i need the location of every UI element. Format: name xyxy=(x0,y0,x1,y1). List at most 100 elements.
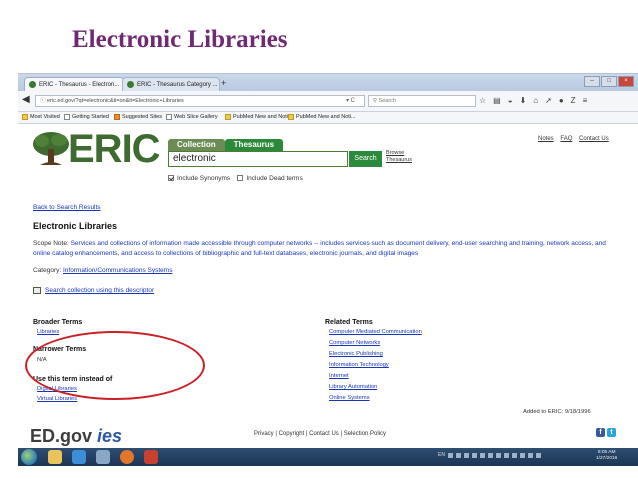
tray-icon[interactable] xyxy=(471,452,477,458)
tray-icon[interactable] xyxy=(511,452,517,458)
search-button[interactable]: Search xyxy=(349,151,382,167)
back-to-results-link[interactable]: Back to Search Results xyxy=(33,204,101,211)
language-indicator[interactable]: EN xyxy=(438,452,445,458)
file-explorer-icon[interactable] xyxy=(48,450,62,464)
close-tab-icon[interactable]: × xyxy=(218,82,219,88)
tray-icon[interactable] xyxy=(455,452,461,458)
related-term-link[interactable]: Internet xyxy=(329,373,349,379)
tray-icon[interactable] xyxy=(495,452,501,458)
maximize-icon[interactable]: □ xyxy=(601,76,617,87)
menu-icon[interactable]: ≡ xyxy=(583,95,588,107)
web-slice-icon xyxy=(166,114,172,120)
include-dead-terms-label: Include Dead terms xyxy=(246,175,303,182)
internet-explorer-icon[interactable] xyxy=(72,450,86,464)
bookmark-item[interactable]: PubMed New and Noti... xyxy=(288,114,356,120)
taskbar-clock[interactable]: 8:05 AM 1/27/2016 xyxy=(596,450,617,462)
addon-icon[interactable]: Z xyxy=(571,95,576,107)
reload-icon[interactable]: ▾ C xyxy=(346,95,355,107)
download-icon[interactable]: ⬇ xyxy=(520,95,527,107)
eric-logo[interactable]: ERIC xyxy=(68,129,161,169)
tray-icon[interactable] xyxy=(479,452,485,458)
include-synonyms-checkbox[interactable] xyxy=(168,175,174,181)
tray-icon[interactable] xyxy=(519,452,525,458)
top-links: Notes FAQ Contact Us xyxy=(538,136,614,142)
ed-gov-ies-logo[interactable]: ED.gov ies xyxy=(30,426,122,447)
bookmark-label: Getting Started xyxy=(72,114,109,120)
related-term-link[interactable]: Information Technology xyxy=(329,362,389,368)
ies-logo-text: ies xyxy=(97,426,123,446)
bookmark-label: PubMed New and Noti... xyxy=(233,114,293,120)
category-link[interactable]: Information/Communications Systems xyxy=(63,267,172,274)
volume-icon[interactable] xyxy=(527,452,533,458)
bookmark-item[interactable]: Most Visited xyxy=(22,114,60,120)
pocket-icon[interactable]: ◒ xyxy=(508,95,513,107)
broader-term-link[interactable]: Libraries xyxy=(37,329,59,335)
related-term-link[interactable]: Computer Networks xyxy=(329,340,380,346)
use-instead-term-link[interactable]: Virtual Libraries xyxy=(37,396,77,402)
facebook-icon[interactable]: f xyxy=(596,428,605,437)
browser-search-box[interactable]: ⚲ Search xyxy=(368,95,476,107)
network-icon[interactable] xyxy=(96,450,110,464)
eric-tree-logo-icon xyxy=(33,132,69,165)
home-icon[interactable]: ⌂ xyxy=(533,95,538,107)
browser-tab-active[interactable]: ERIC - Thesaurus - Electron... × xyxy=(24,77,124,91)
tray-icon[interactable] xyxy=(503,452,509,458)
page-icon xyxy=(64,114,70,120)
address-bar[interactable]: ⓘ eric.ed.gov/?qt=electronic&ti=on&ti=El… xyxy=(35,95,365,107)
notes-link[interactable]: Notes xyxy=(538,136,554,142)
footer-links[interactable]: Privacy | Copyright | Contact Us | Selec… xyxy=(254,431,386,437)
contact-us-link[interactable]: Contact Us xyxy=(579,136,609,142)
thesaurus-label: Thesaurus xyxy=(386,157,412,163)
search-descriptor-link[interactable]: Search collection using this descriptor xyxy=(45,287,154,294)
ed-gov-logo-text: ED.gov xyxy=(30,426,93,446)
tray-icon[interactable] xyxy=(487,452,493,458)
bookmark-label: Web Slice Gallery xyxy=(174,114,218,120)
bookmark-item[interactable]: Suggested Sites xyxy=(114,114,162,120)
twitter-icon[interactable]: t xyxy=(607,428,616,437)
bookmark-star-icon[interactable]: ☆ xyxy=(479,95,486,107)
eric-favicon-icon xyxy=(29,81,36,88)
tab-thesaurus[interactable]: Thesaurus xyxy=(224,139,284,151)
search-descriptor-row: Search collection using this descriptor xyxy=(33,287,154,294)
include-dead-terms-checkbox[interactable] xyxy=(237,175,244,181)
bookmark-item[interactable]: Getting Started xyxy=(64,114,109,120)
bookmark-item[interactable]: PubMed New and Noti... xyxy=(225,114,293,120)
search-tabs: Collection Thesaurus xyxy=(168,139,284,151)
share-icon[interactable]: ➚ xyxy=(545,95,552,107)
firefox-icon[interactable] xyxy=(120,450,134,464)
new-tab-button[interactable]: + xyxy=(221,77,226,89)
start-button-icon[interactable] xyxy=(21,449,37,465)
bookmark-label: Most Visited xyxy=(30,114,60,120)
browser-tab-label: ERIC - Thesaurus Category ... xyxy=(137,81,218,88)
close-window-icon[interactable]: × xyxy=(618,76,634,87)
browser-tab[interactable]: ERIC - Thesaurus Category ... × xyxy=(122,77,220,91)
minimize-icon[interactable]: – xyxy=(584,76,600,87)
network-status-icon[interactable] xyxy=(535,452,541,458)
back-arrow-icon[interactable]: ◀ xyxy=(22,94,30,105)
reading-list-icon[interactable]: ▤ xyxy=(493,95,501,107)
related-terms-heading: Related Terms xyxy=(325,319,373,326)
related-term-link[interactable]: Library Automation xyxy=(329,384,377,390)
info-icon: ⓘ xyxy=(40,98,48,104)
browser-tab-label: ERIC - Thesaurus - Electron... xyxy=(39,81,120,88)
term-title: Electronic Libraries xyxy=(33,221,118,231)
related-term-link[interactable]: Online Systems xyxy=(329,395,370,401)
powerpoint-icon[interactable] xyxy=(144,450,158,464)
chat-icon[interactable]: ● xyxy=(559,95,564,107)
related-term-link[interactable]: Computer Mediated Communication xyxy=(329,329,422,335)
faq-link[interactable]: FAQ xyxy=(560,136,572,142)
tab-collection[interactable]: Collection xyxy=(168,139,225,151)
tray-icon[interactable] xyxy=(447,452,453,458)
thesaurus-search-input[interactable]: electronic xyxy=(168,151,348,167)
bookmark-item[interactable]: Web Slice Gallery xyxy=(166,114,218,120)
tray-icon[interactable] xyxy=(463,452,469,458)
browser-screenshot: ERIC - Thesaurus - Electron... × ERIC - … xyxy=(18,73,638,466)
browse-thesaurus-link[interactable]: Browse Thesaurus xyxy=(386,150,412,164)
red-circle-annotation xyxy=(25,331,205,400)
url-text: eric.ed.gov/?qt=electronic&ti=on&ti=Elec… xyxy=(47,98,184,104)
related-term-link[interactable]: Electronic Publishing xyxy=(329,351,383,357)
scope-note-label: Scope Note: xyxy=(33,240,69,247)
search-collection-icon[interactable] xyxy=(33,287,41,294)
eric-favicon-icon xyxy=(127,81,134,88)
search-options: Include Synonyms Include Dead terms xyxy=(168,175,303,182)
